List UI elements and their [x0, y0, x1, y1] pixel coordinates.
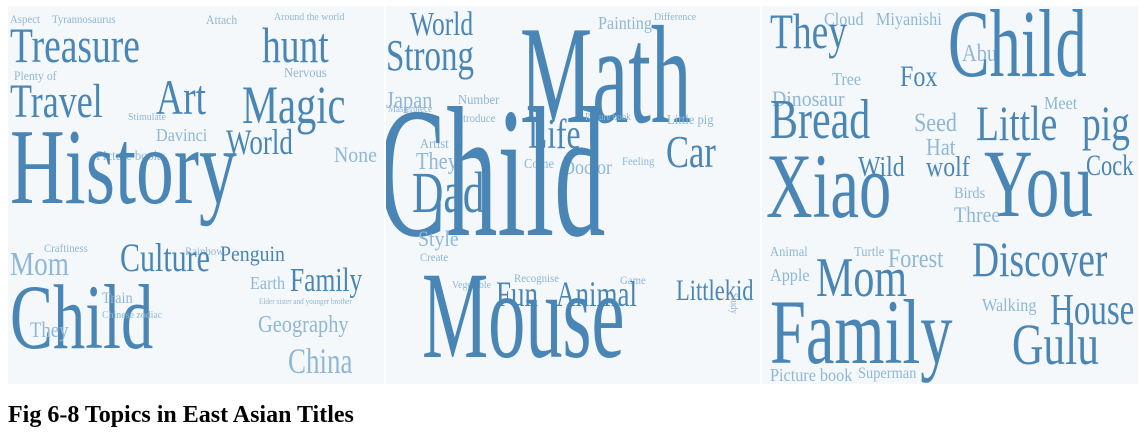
word-cloud-term: Animal [770, 245, 808, 260]
word-cloud-term: China [288, 341, 353, 381]
word-cloud-panel-2: World Painting Difference Strong Math Masterp… [386, 6, 760, 384]
word-cloud-term: Train [102, 290, 133, 307]
word-cloud-term: Cock [1086, 149, 1134, 182]
word-cloud-term: Study [728, 293, 739, 315]
word-cloud-term: Feeling [622, 154, 655, 168]
figure-caption: Fig 6-8 Topics in East Asian Titles [8, 402, 354, 428]
word-cloud-term: Penguin [220, 241, 285, 266]
word-cloud-term: Elder sister and younger brother [259, 297, 352, 306]
word-cloud-term: Chinese zodiac [102, 309, 163, 321]
word-cloud-term: Fox [900, 60, 938, 93]
word-cloud-term: Geography [258, 312, 349, 338]
word-cloud-term: Superman [858, 365, 917, 382]
word-cloud-term: None [334, 142, 377, 167]
word-cloud-term: Miyanishi [876, 9, 942, 29]
word-cloud-term: Mouse [422, 247, 625, 384]
word-cloud-term: Car [666, 126, 716, 177]
word-cloud-term: Birds [954, 185, 986, 202]
word-cloud-term: Discover [972, 231, 1108, 287]
word-cloud-term: hunt [262, 17, 329, 73]
word-cloud-term: Xiao [766, 135, 892, 237]
word-cloud-term: wolf [926, 152, 970, 183]
word-cloud-term: You [984, 130, 1094, 237]
word-cloud-term: Earth [250, 273, 286, 293]
word-cloud-term: Cloud [824, 9, 864, 29]
word-cloud-term: Family [290, 262, 363, 299]
word-cloud-term: Child [948, 6, 1087, 97]
word-cloud-term: Picture book [770, 365, 853, 384]
word-cloud-term: History [10, 108, 237, 227]
word-cloud-term: Seed [914, 108, 957, 137]
word-cloud-term: Attach [206, 12, 238, 27]
word-cloud-term: They [30, 317, 69, 342]
word-cloud-panel-1: Aspect Tyrannosaurus Attach Around the worl… [8, 6, 384, 384]
word-cloud-term: Gulu [1012, 312, 1099, 377]
word-cloud-term: Dad [412, 160, 485, 225]
word-cloud-term: Littlekid [676, 274, 754, 307]
word-cloud-panel-3: They Cloud Miyanishi Abu Child Tree Fox Dinosau… [762, 6, 1138, 384]
word-cloud-term: Treasure [10, 17, 140, 73]
